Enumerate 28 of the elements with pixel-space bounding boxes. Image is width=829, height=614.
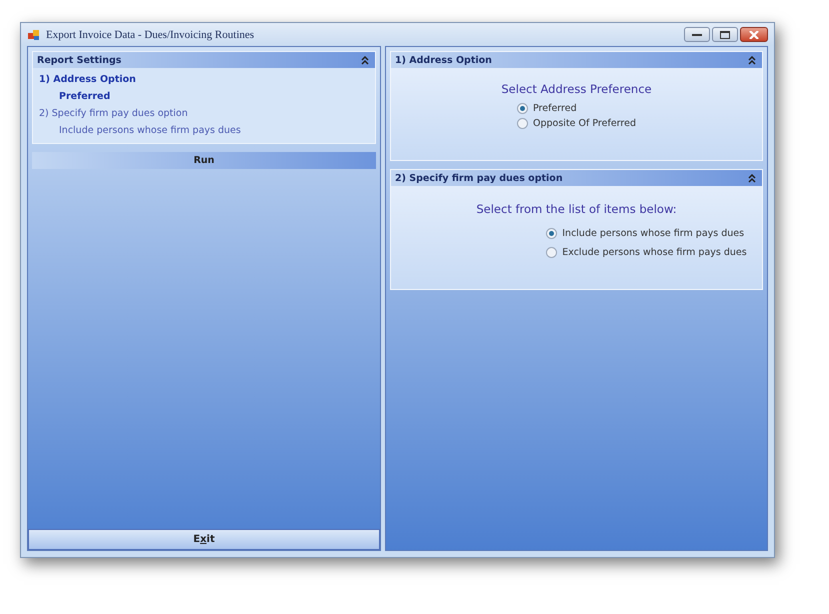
option-label: Preferred (533, 103, 577, 114)
close-button[interactable] (740, 27, 768, 42)
prompt-text: Select Address Preference (501, 82, 652, 96)
radio-button[interactable] (517, 103, 528, 114)
panel-title: 2) Specify firm pay dues option (395, 172, 563, 184)
window-title: Export Invoice Data - Dues/Invoicing Routines (46, 28, 254, 40)
maximize-icon (720, 30, 730, 38)
collapse-icon[interactable] (748, 56, 756, 64)
minimize-icon (692, 32, 702, 36)
run-button[interactable]: Run (32, 152, 376, 169)
radio-option[interactable]: Preferred (517, 103, 636, 114)
settings-step[interactable]: 2) Specify firm pay dues option (33, 105, 375, 122)
prompt-text: Select from the list of items below: (476, 202, 677, 216)
maximize-button[interactable] (712, 27, 738, 42)
collapse-icon[interactable] (748, 174, 756, 182)
panel-title: 1) Address Option (395, 54, 492, 66)
radio-button[interactable] (517, 118, 528, 129)
settings-step[interactable]: 1) Address Option (33, 71, 375, 88)
close-icon (749, 30, 759, 38)
radio-button[interactable] (546, 247, 558, 258)
app-icon (27, 28, 41, 42)
exit-button[interactable]: Exit (28, 529, 380, 550)
collapse-icon[interactable] (361, 56, 369, 64)
panel-title: Report Settings (37, 54, 122, 66)
settings-value: Preferred (58, 90, 112, 104)
settings-value: Include persons whose firm pays dues (58, 124, 242, 138)
radio-button[interactable] (546, 228, 558, 239)
minimize-button[interactable] (684, 27, 710, 42)
